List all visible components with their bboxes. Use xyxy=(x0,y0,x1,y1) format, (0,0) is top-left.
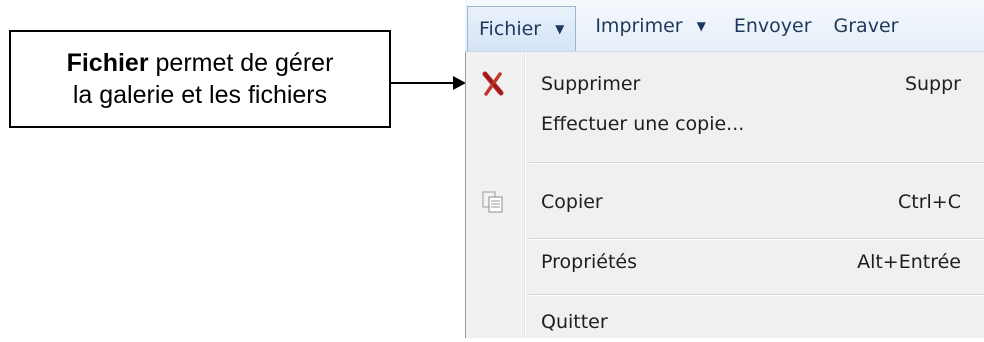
menu-item-shortcut: Alt+Entrée xyxy=(857,251,961,273)
menu-item-copier[interactable]: Copier Ctrl+C xyxy=(466,182,984,222)
menu-item-supprimer[interactable]: Supprimer Suppr xyxy=(466,64,984,104)
copy-icon xyxy=(478,187,508,217)
menu-fichier-label: Fichier xyxy=(479,18,542,40)
menu-item-shortcut: Ctrl+C xyxy=(898,191,961,213)
menu-envoyer[interactable]: Envoyer xyxy=(723,6,823,46)
menu-imprimer-label: Imprimer xyxy=(595,14,683,37)
menu-item-proprietes[interactable]: Propriétés Alt+Entrée xyxy=(466,242,984,282)
menu-separator xyxy=(529,294,984,296)
menu-graver[interactable]: Graver xyxy=(823,6,910,46)
menu-item-shortcut: Suppr xyxy=(904,73,961,95)
menu-separator xyxy=(529,238,984,240)
callout-arrow-line xyxy=(391,82,457,84)
menu-fichier[interactable]: Fichier ▼ xyxy=(467,6,577,51)
menu-imprimer[interactable]: Imprimer ▼ xyxy=(584,6,717,46)
menu-item-label: Quitter xyxy=(541,311,608,333)
menu-bar: Fichier ▼ Imprimer ▼ Envoyer Graver xyxy=(465,0,984,52)
menu-item-label: Propriétés xyxy=(541,251,638,273)
callout-bold-word: Fichier xyxy=(66,49,149,77)
menu-envoyer-label: Envoyer xyxy=(733,14,812,37)
menu-item-label: Effectuer une copie... xyxy=(541,113,745,135)
fichier-dropdown-menu: Supprimer Suppr Effectuer une copie... C… xyxy=(465,52,984,338)
menu-separator xyxy=(529,162,984,164)
annotation-callout: Fichier permet de gérer la galerie et le… xyxy=(9,30,391,128)
menu-item-quitter[interactable]: Quitter xyxy=(466,302,984,342)
menu-graver-label: Graver xyxy=(833,14,899,37)
delete-x-icon xyxy=(478,69,508,99)
chevron-down-icon: ▼ xyxy=(696,18,706,33)
menu-item-label: Copier xyxy=(541,191,603,213)
menu-item-label: Supprimer xyxy=(541,73,641,95)
callout-line-1: Fichier permet de gérer xyxy=(67,47,334,79)
callout-line-1-text: permet de gérer xyxy=(148,49,334,77)
callout-line-2: la galerie et les fichiers xyxy=(72,81,328,109)
menu-item-effectuer-copie[interactable]: Effectuer une copie... xyxy=(466,104,984,144)
chevron-down-icon: ▼ xyxy=(555,22,565,36)
